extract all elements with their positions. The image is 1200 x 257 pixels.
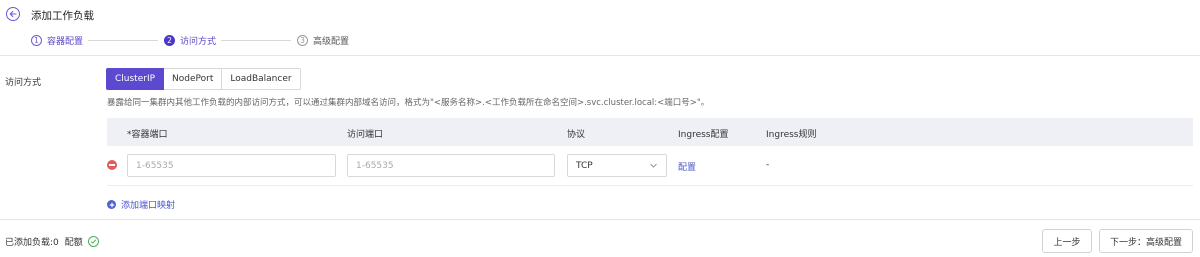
check-circle-icon [87, 236, 99, 247]
arrow-left-icon [9, 10, 17, 18]
container-port-input[interactable]: 1-65535 [127, 154, 336, 177]
footer-status: 已添加负载:0 配额 [5, 235, 99, 248]
step-number: 2 [164, 35, 175, 46]
ingress-config-link[interactable]: 配置 [678, 160, 696, 173]
option-loadbalancer[interactable]: LoadBalancer [222, 68, 301, 90]
step-label: 容器配置 [47, 37, 84, 47]
next-button[interactable]: 下一步：高级配置 [1099, 229, 1193, 253]
port-table-header: *容器端口 访问端口 协议 Ingress配置 Ingress规则 [107, 118, 1193, 146]
protocol-value: TCP [576, 160, 593, 171]
access-method-description: 暴露给同一集群内其他工作负载的内部访问方式，可以通过集群内部域名访问，格式为"<… [107, 98, 710, 108]
divider [0, 55, 1200, 56]
header: 添加工作负载 [0, 0, 1200, 30]
step-number: 1 [31, 35, 42, 46]
step-label: 访问方式 [180, 37, 217, 47]
chevron-down-icon [650, 163, 657, 168]
step-label: 高级配置 [313, 37, 350, 47]
step-access-method[interactable]: 2 访问方式 [164, 34, 216, 47]
ingress-rules-value: - [766, 160, 770, 170]
quota-label: 配额 [64, 238, 83, 248]
step-connector [88, 40, 158, 41]
step-connector [221, 40, 291, 41]
remove-row-button[interactable] [107, 160, 117, 170]
step-number: 3 [297, 35, 308, 46]
option-clusterip[interactable]: ClusterIP [106, 68, 165, 90]
protocol-select[interactable]: TCP [567, 154, 667, 177]
add-port-mapping-button[interactable]: 添加端口映射 [107, 198, 175, 211]
plus-circle-icon [107, 200, 116, 209]
access-method-selector: ClusterIP NodePort LoadBalancer [106, 68, 301, 90]
add-port-mapping-label: 添加端口映射 [121, 201, 176, 211]
divider [0, 219, 1200, 220]
column-container-port: *容器端口 [127, 130, 168, 140]
back-button[interactable] [6, 7, 20, 21]
column-protocol: 协议 [567, 130, 586, 140]
minus-circle-icon [109, 164, 115, 166]
column-ingress-config: Ingress配置 [678, 130, 729, 140]
stepper: 1 容器配置 2 访问方式 3 高级配置 [0, 31, 1200, 51]
table-row: 1-65535 1-65535 TCP 配置 - [107, 146, 1193, 186]
column-ingress-rules: Ingress规则 [766, 130, 817, 140]
column-access-port: 访问端口 [347, 130, 384, 140]
step-advanced-config[interactable]: 3 高级配置 [297, 34, 349, 47]
step-container-config[interactable]: 1 容器配置 [31, 34, 83, 47]
option-nodeport[interactable]: NodePort [164, 68, 223, 90]
access-method-label: 访问方式 [5, 78, 42, 88]
prev-button[interactable]: 上一步 [1042, 229, 1092, 253]
access-port-input[interactable]: 1-65535 [347, 154, 555, 177]
added-count: 已添加负载:0 [5, 238, 59, 248]
page-title: 添加工作负载 [31, 10, 94, 22]
